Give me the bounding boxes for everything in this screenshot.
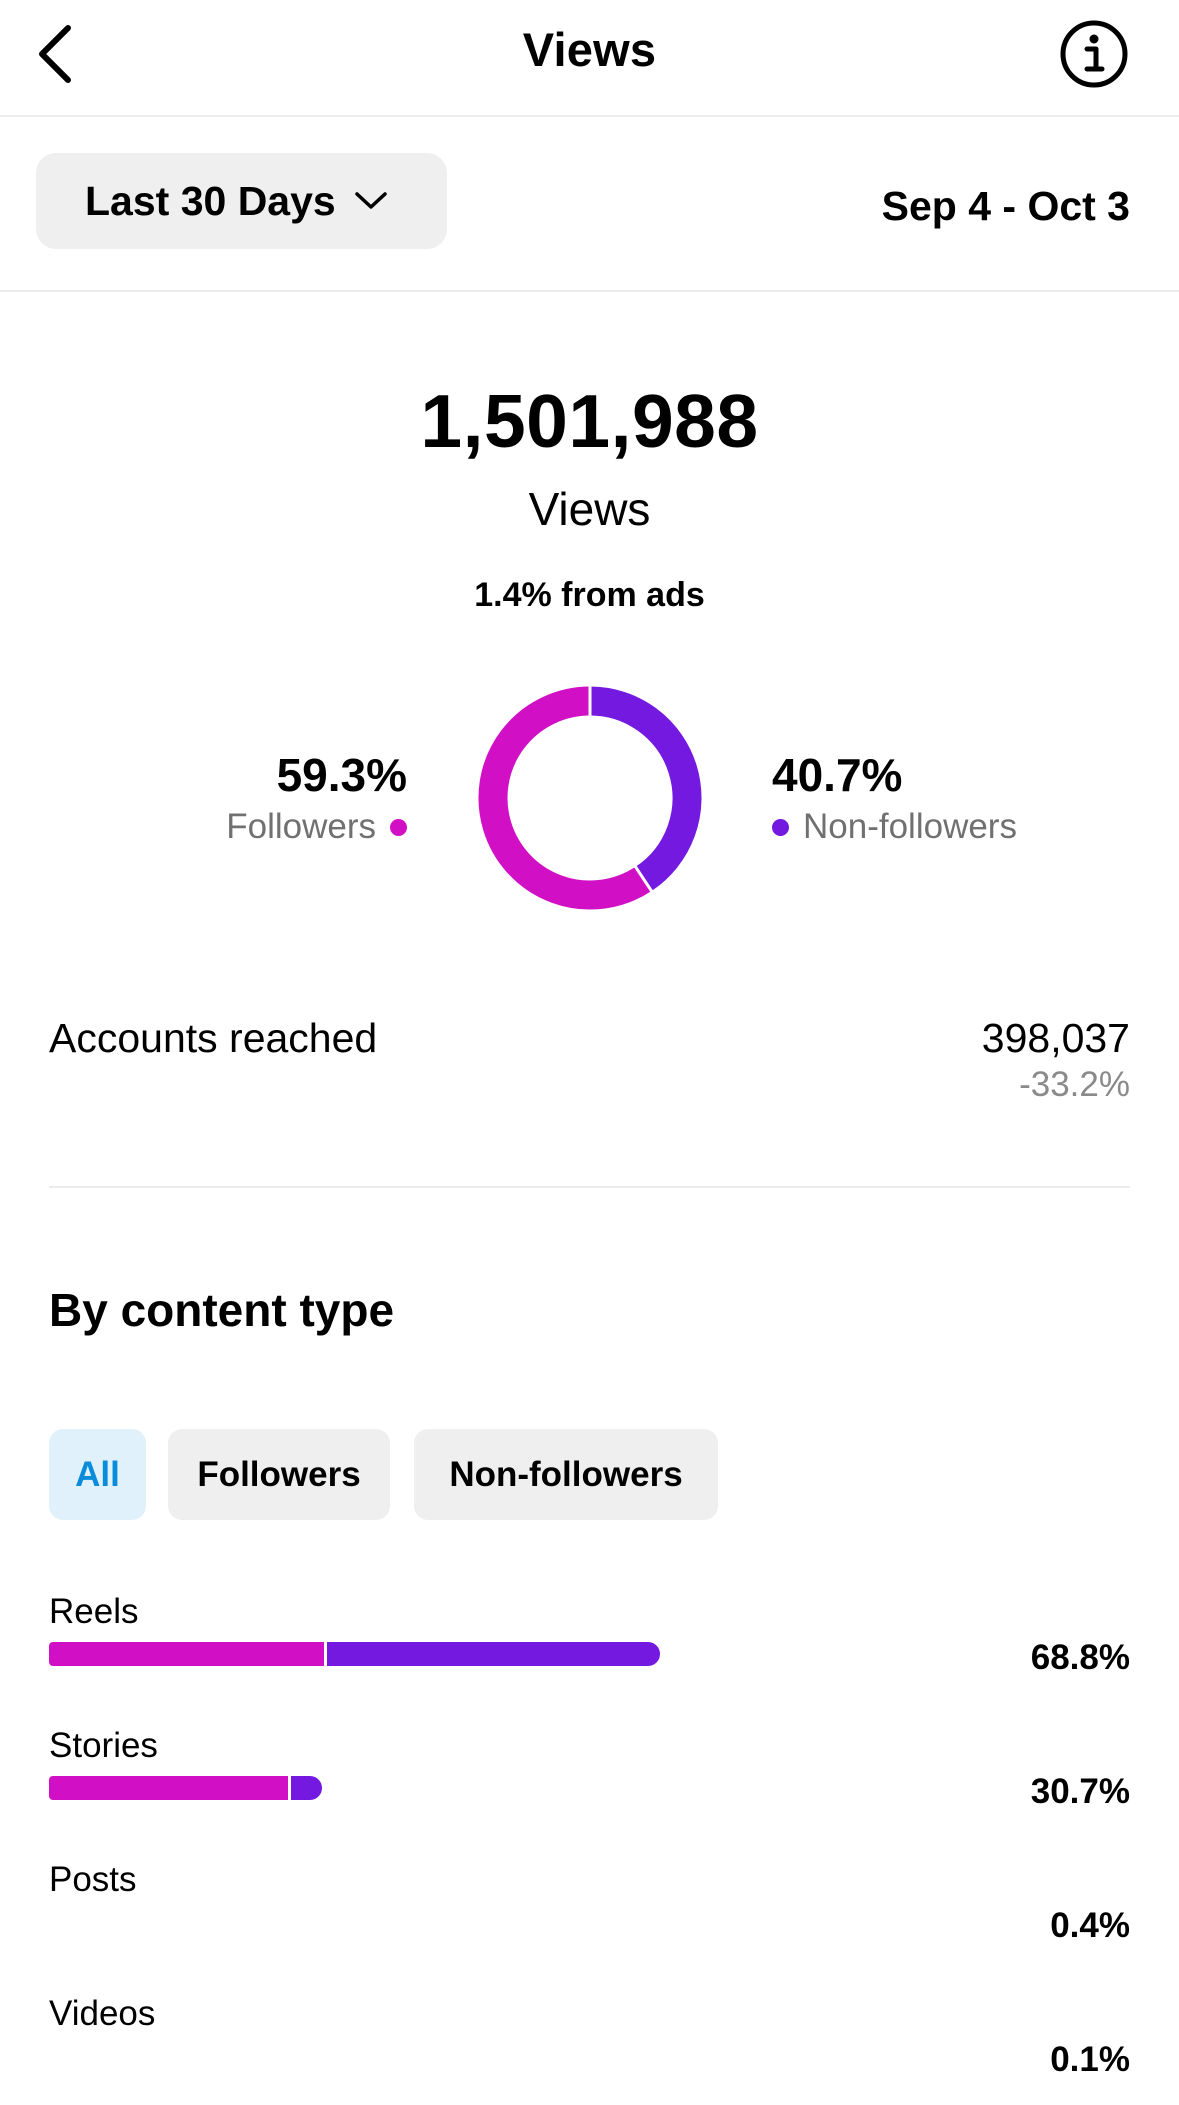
nonfollowers-legend-dot	[772, 818, 789, 836]
date-range-bar: Last 30 Days Sep 4 - Oct 3	[0, 117, 1179, 292]
total-views-value: 1,501,988	[420, 379, 759, 463]
filter-chip-all[interactable]: All	[49, 1429, 146, 1520]
date-range-text: Sep 4 - Oct 3	[881, 183, 1130, 229]
date-range-dropdown[interactable]: Last 30 Days	[36, 153, 447, 249]
audience-donut-chart	[478, 686, 702, 910]
accounts-reached-label[interactable]: Accounts reached	[49, 1015, 377, 1062]
donut-slice-nonfollowers	[589, 686, 702, 891]
bar-segment-followers	[49, 1642, 324, 1666]
bar-segment-nonfollowers	[323, 1642, 660, 1666]
nonfollowers-legend: Non-followers	[772, 807, 1017, 847]
content-type-percentage: 30.7%	[1030, 1772, 1130, 1811]
content-type-percentage: 0.4%	[1050, 1906, 1130, 1945]
followers-legend-dot	[390, 818, 407, 836]
top-bar: Views	[0, 0, 1179, 117]
bar-segment-nonfollowers	[287, 1776, 322, 1800]
page-title: Views	[522, 23, 657, 76]
content-type-label: Stories	[49, 1726, 158, 1765]
content-type-row-videos: Videos 0.1%	[0, 1994, 1179, 2105]
accounts-reached-value: 398,037	[981, 1015, 1130, 1061]
total-views-label: Views	[528, 483, 651, 535]
donut-slice-followers	[478, 686, 652, 910]
date-range-dropdown-label: Last 30 Days	[85, 177, 336, 224]
content-type-bar	[49, 1776, 322, 1800]
bar-segment-followers	[49, 1776, 288, 1800]
filter-chip-followers[interactable]: Followers	[168, 1429, 390, 1520]
followers-percentage: 59.3%	[276, 749, 407, 801]
accounts-reached-change: -33.2%	[1019, 1065, 1130, 1104]
views-insights-screen: Views Last 30 Days Sep 4 - Oct 3 1,501,9…	[0, 0, 1179, 2105]
content-type-percentage: 0.1%	[1050, 2040, 1130, 2079]
content-type-label: Posts	[49, 1860, 137, 1899]
content-type-bar	[49, 1642, 660, 1666]
section-divider	[49, 1186, 1130, 1188]
ads-share-note: 1.4% from ads	[474, 576, 705, 614]
nonfollowers-percentage: 40.7%	[772, 749, 903, 801]
info-icon	[1060, 20, 1128, 88]
filter-chip-nonfollowers[interactable]: Non-followers	[414, 1429, 718, 1520]
content-type-percentage: 68.8%	[1030, 1638, 1130, 1677]
nonfollowers-legend-label: Non-followers	[803, 807, 1017, 846]
info-button[interactable]	[1058, 18, 1130, 90]
chevron-down-icon	[354, 192, 387, 209]
content-type-label: Reels	[49, 1592, 139, 1631]
content-type-title: By content type	[49, 1284, 395, 1336]
content-type-row-reels: Reels 68.8%	[0, 1592, 1179, 1712]
content-type-row-stories: Stories 30.7%	[0, 1726, 1179, 1846]
followers-legend: Followers	[226, 807, 407, 847]
content-type-label: Videos	[49, 1994, 156, 2033]
content-type-row-posts: Posts 0.4%	[0, 1860, 1179, 1980]
followers-legend-label: Followers	[226, 807, 376, 846]
